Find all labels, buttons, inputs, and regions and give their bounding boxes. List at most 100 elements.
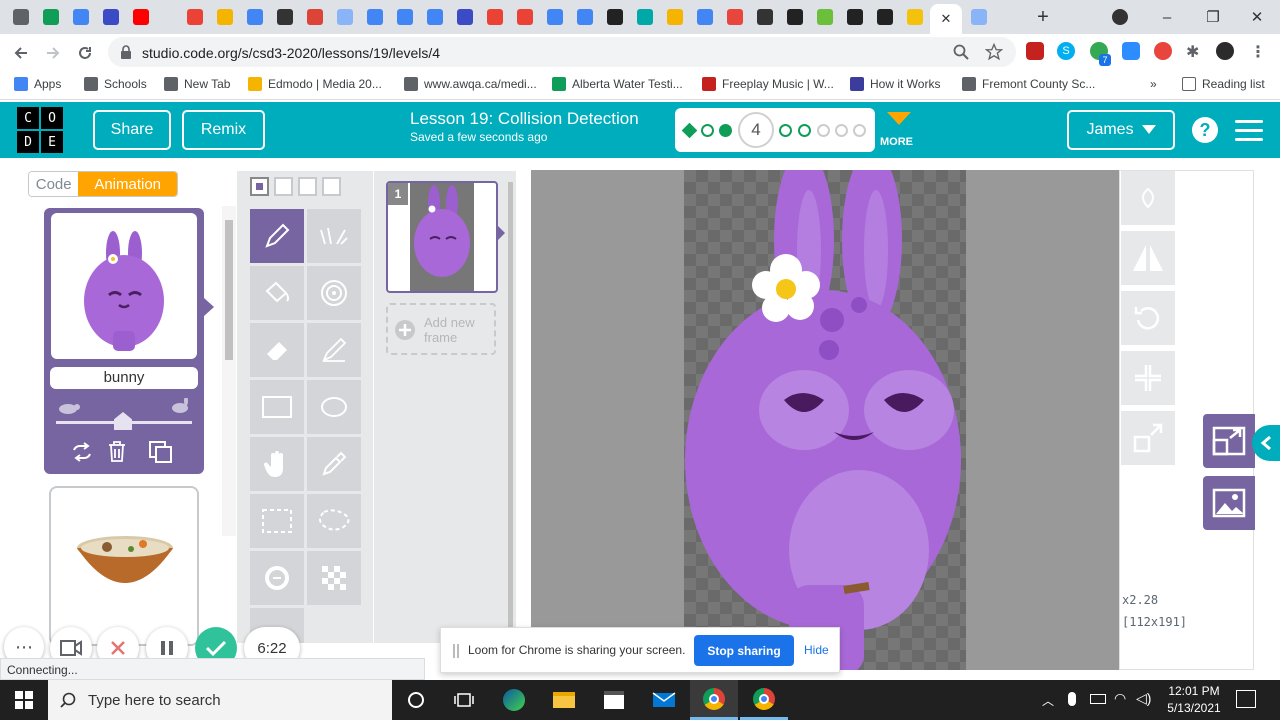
codeorg-logo[interactable]: C O D E	[17, 107, 63, 153]
tray-chevron-icon[interactable]: ︿	[1042, 692, 1054, 709]
cortana-button[interactable]	[392, 680, 440, 720]
hide-button[interactable]: Hide	[804, 643, 829, 657]
lesson-title[interactable]: Lesson 19: Collision Detection	[410, 109, 639, 129]
rotate-tool[interactable]	[1121, 291, 1175, 345]
active-tab-close[interactable]: ✕	[930, 4, 962, 34]
browser-tab[interactable]	[210, 4, 240, 30]
lasso-tool[interactable]	[307, 494, 361, 548]
bookmark-star-icon[interactable]	[985, 43, 1003, 61]
transparency-tool[interactable]	[307, 551, 361, 605]
user-menu-button[interactable]: James	[1067, 110, 1175, 150]
sprite-name-input[interactable]: bunny	[50, 367, 198, 389]
browser-tab[interactable]	[360, 4, 390, 30]
close-window-button[interactable]: ✕	[1234, 0, 1280, 34]
restore-button[interactable]: ❐	[1190, 0, 1236, 34]
address-bar[interactable]: studio.code.org/s/csd3-2020/lessons/19/l…	[108, 37, 1016, 67]
extensions-puzzle-icon[interactable]: ✱	[1186, 42, 1204, 61]
stroke-size-3[interactable]	[298, 177, 317, 196]
browser-tab[interactable]	[390, 4, 420, 30]
browser-tab[interactable]	[240, 4, 270, 30]
browser-tab[interactable]	[630, 4, 660, 30]
level-dot[interactable]	[701, 124, 714, 137]
system-clock[interactable]: 12:01 PM 5/13/2021	[1160, 683, 1228, 717]
onion-skin-tool[interactable]	[1121, 171, 1175, 225]
speed-slider-handle[interactable]	[114, 412, 132, 430]
zoom-ext-icon[interactable]	[1122, 42, 1140, 60]
line-tool[interactable]	[307, 209, 361, 263]
hand-tool[interactable]	[250, 437, 304, 491]
loop-icon[interactable]	[70, 442, 94, 462]
flip-tool[interactable]	[1121, 231, 1175, 285]
browser-tab[interactable]	[480, 4, 510, 30]
browser-tab[interactable]	[180, 4, 210, 30]
ellipse-tool[interactable]	[307, 380, 361, 434]
browser-tab[interactable]	[66, 4, 96, 30]
current-level-bubble[interactable]: 4	[738, 112, 774, 148]
bookmark-item[interactable]: Edmodo | Media 20...	[248, 77, 382, 91]
level-dot[interactable]	[835, 124, 848, 137]
browser-tab[interactable]	[900, 4, 930, 30]
browser-tab[interactable]	[690, 4, 720, 30]
fill-toggle-tool[interactable]	[250, 551, 304, 605]
browser-tab[interactable]	[600, 4, 630, 30]
image-import-button[interactable]	[1203, 476, 1255, 530]
bookmark-item[interactable]: Alberta Water Testi...	[552, 77, 683, 91]
file-explorer-app[interactable]	[540, 680, 588, 720]
browser-tab[interactable]	[840, 4, 870, 30]
eraser-tool[interactable]	[250, 323, 304, 377]
start-button[interactable]	[0, 680, 48, 720]
browser-tab[interactable]	[126, 4, 156, 30]
microphone-icon[interactable]	[1068, 692, 1076, 706]
sprite-card[interactable]	[49, 486, 199, 646]
wifi-icon[interactable]: ◠	[1114, 690, 1126, 707]
browser-tab[interactable]	[36, 4, 66, 30]
resize-panel-button[interactable]	[1203, 414, 1255, 468]
browser-tab[interactable]	[6, 4, 36, 30]
animation-tab[interactable]: Animation	[78, 172, 177, 196]
level-dot[interactable]	[817, 124, 830, 137]
stroke-size-1[interactable]	[250, 177, 269, 196]
bucket-tool[interactable]	[250, 266, 304, 320]
bookmark-item[interactable]: Freeplay Music | W...	[702, 77, 834, 91]
chrome-menu-icon[interactable]: ⋮	[1250, 42, 1266, 62]
browser-tab[interactable]	[96, 4, 126, 30]
chrome-app-2[interactable]	[740, 680, 788, 720]
level-dot[interactable]	[798, 124, 811, 137]
browser-tab[interactable]	[270, 4, 300, 30]
forward-button[interactable]	[40, 40, 66, 66]
browser-tab[interactable]	[660, 4, 690, 30]
taskbar-search[interactable]: Type here to search	[48, 680, 392, 720]
bookmark-item[interactable]: New Tab	[164, 77, 230, 91]
frame-thumbnail[interactable]: 1	[386, 181, 498, 293]
ext-flower-icon[interactable]	[1154, 42, 1172, 60]
new-tab-button[interactable]: +	[1030, 6, 1056, 28]
battery-icon[interactable]	[1090, 694, 1106, 704]
browser-tab[interactable]	[750, 4, 780, 30]
resize-tool[interactable]	[1121, 411, 1175, 465]
edge-app[interactable]	[490, 680, 538, 720]
bookmark-item[interactable]: Schools	[84, 77, 147, 91]
code-tab[interactable]: Code	[29, 172, 79, 196]
bookmarks-overflow[interactable]: »	[1150, 77, 1157, 91]
pencil-tool[interactable]	[250, 209, 304, 263]
volume-icon[interactable]: ◁)	[1136, 690, 1151, 707]
level-dot[interactable]	[779, 124, 792, 137]
store-app[interactable]	[590, 680, 638, 720]
ext-red-icon[interactable]	[1026, 42, 1044, 60]
spiral-tool[interactable]	[307, 266, 361, 320]
stroke-size-2[interactable]	[274, 177, 293, 196]
browser-tab[interactable]	[510, 4, 540, 30]
browser-tab[interactable]	[450, 4, 480, 30]
browser-tab[interactable]	[540, 4, 570, 30]
delete-trash-icon[interactable]	[107, 440, 127, 462]
skype-icon[interactable]: S	[1057, 42, 1075, 60]
browser-tab[interactable]	[420, 4, 450, 30]
bookmark-item[interactable]: How it Works	[850, 77, 940, 91]
browser-tab[interactable]	[964, 4, 994, 30]
browser-tab[interactable]	[300, 4, 330, 30]
bookmark-item[interactable]: Apps	[14, 77, 61, 91]
browser-tab[interactable]	[780, 4, 810, 30]
chrome-app-active[interactable]	[690, 680, 738, 720]
bookmark-item[interactable]: www.awqa.ca/medi...	[404, 77, 537, 91]
more-arrow-icon[interactable]	[887, 112, 911, 125]
